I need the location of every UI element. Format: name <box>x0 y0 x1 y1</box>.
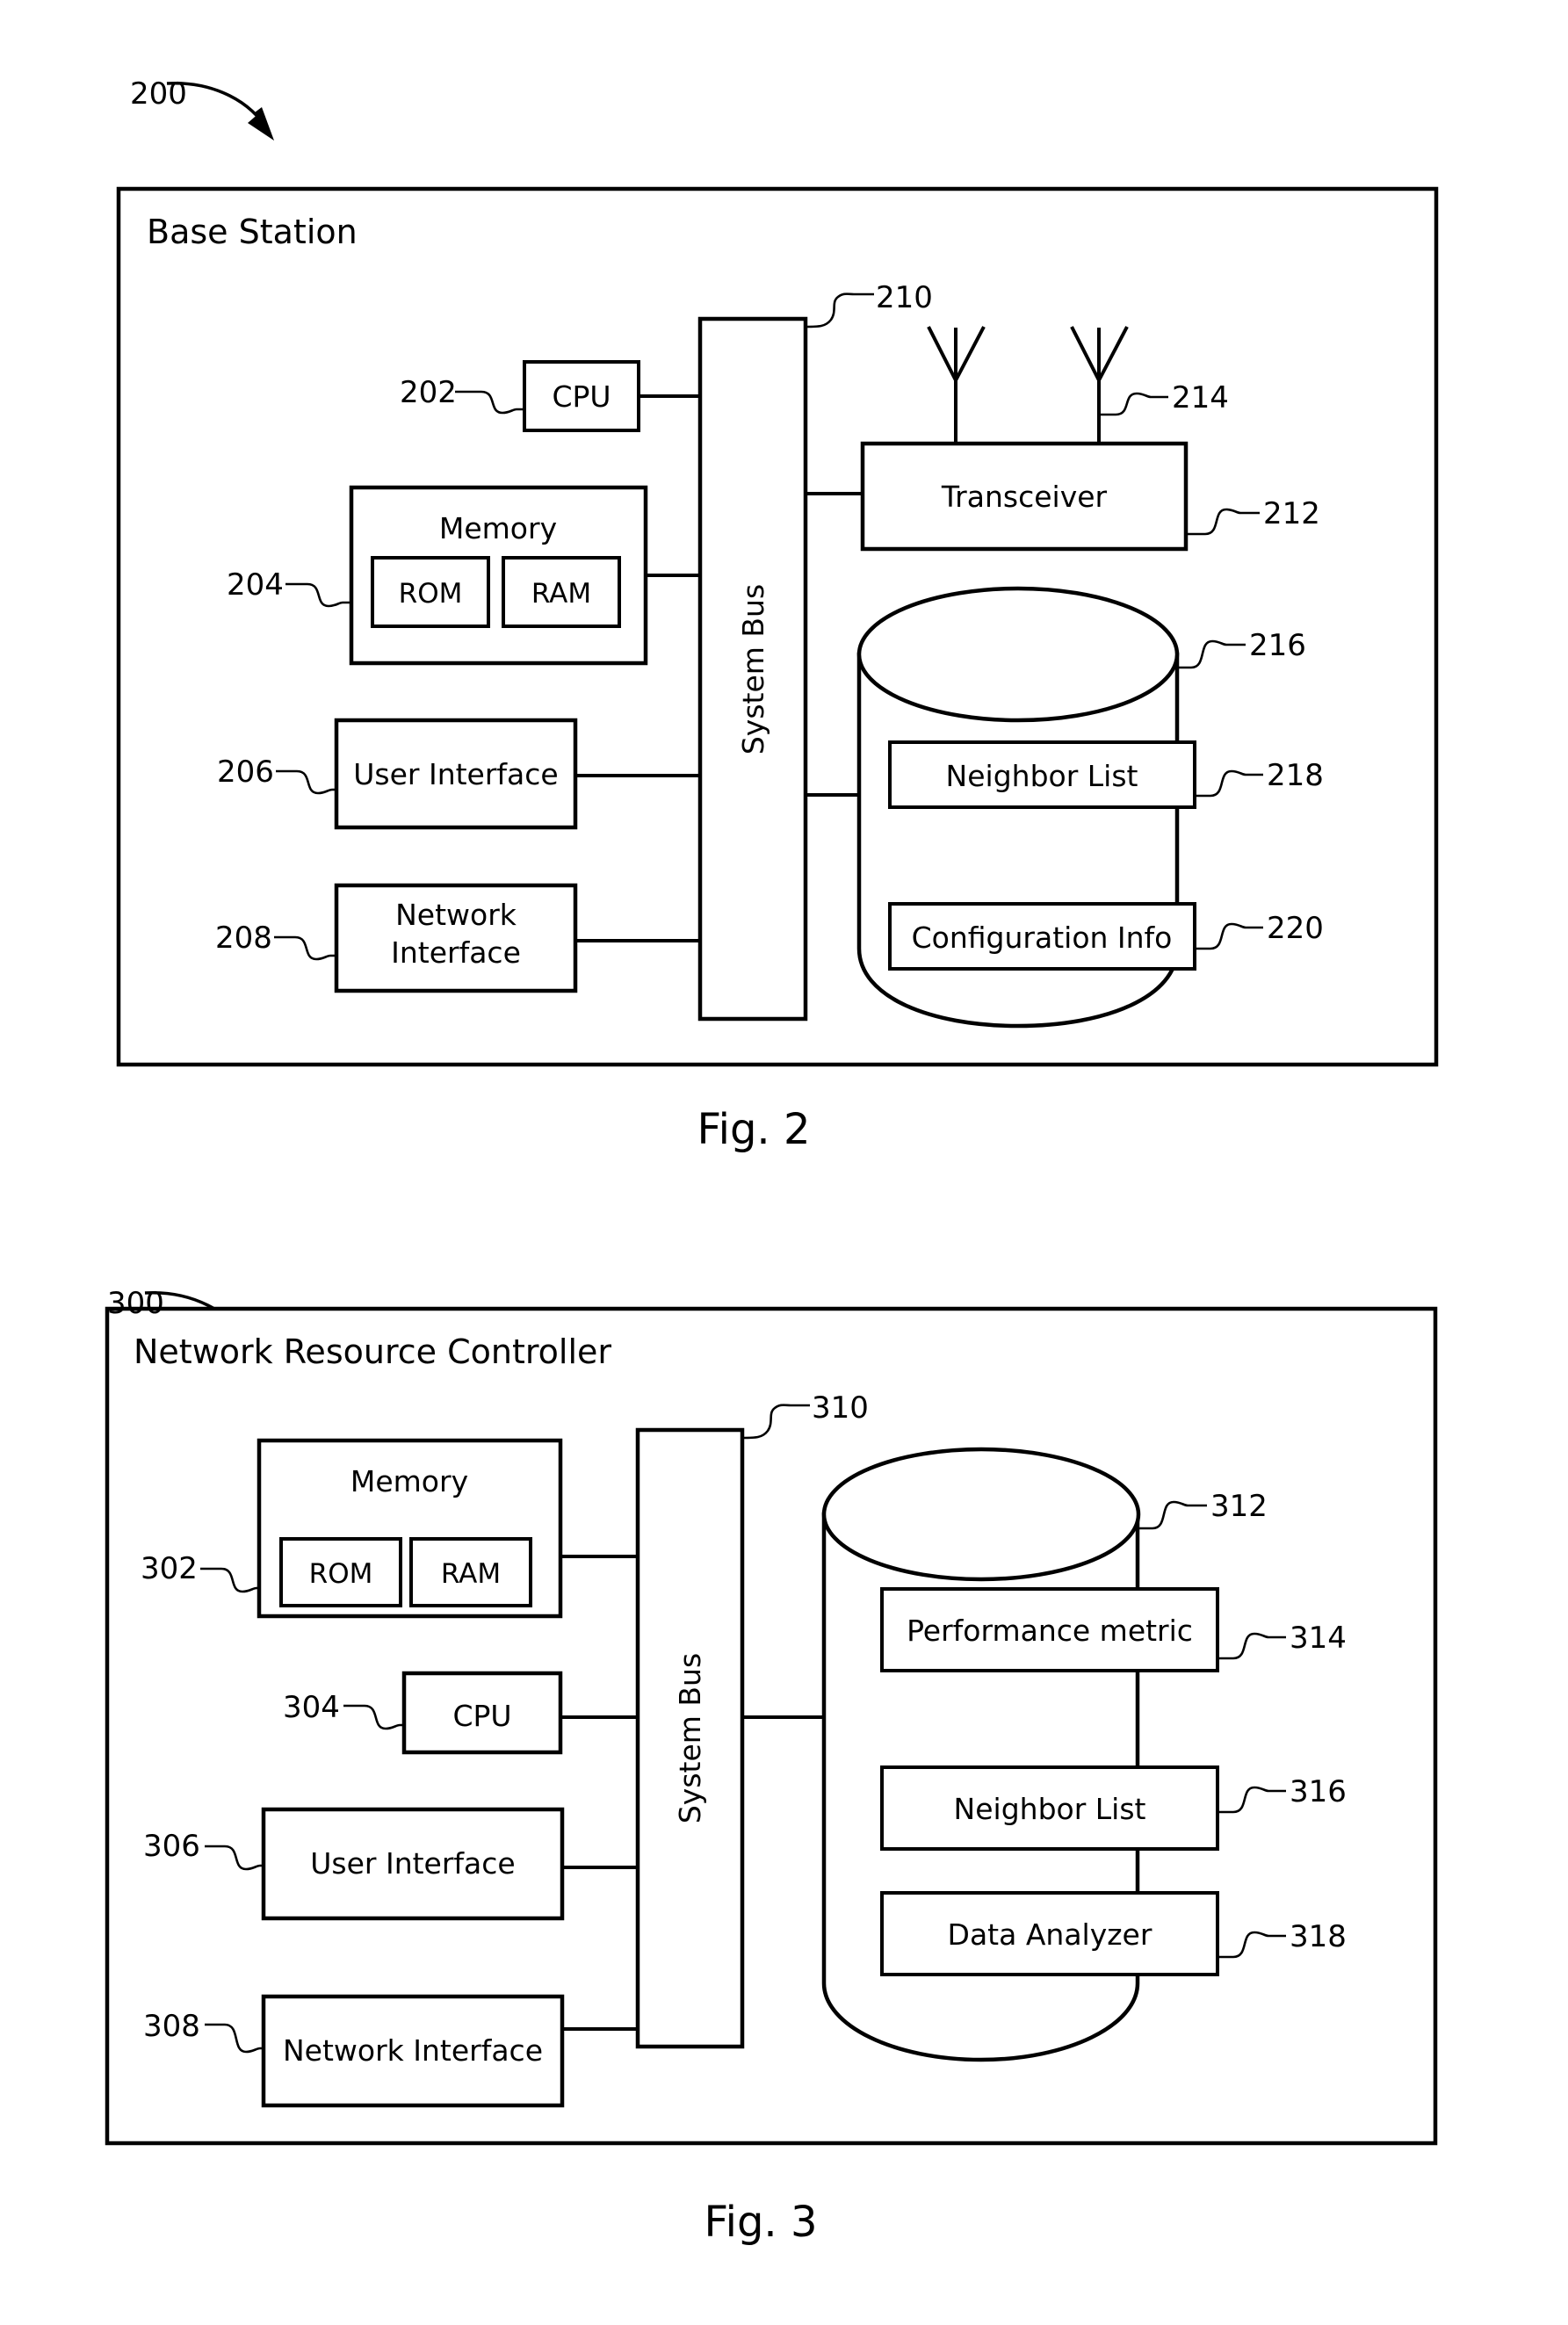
rom-label: ROM <box>399 578 463 610</box>
rom-label-2: ROM <box>309 1558 373 1590</box>
base-station-title: Base Station <box>147 213 358 251</box>
memory-label-2: Memory <box>350 1464 468 1498</box>
ref-206: 206 <box>217 755 274 790</box>
ref-210: 210 <box>876 280 933 315</box>
ref-300: 300 <box>107 1286 164 1321</box>
cpu-label: CPU <box>552 379 611 414</box>
memory-label: Memory <box>439 511 557 545</box>
network-interface-label-2: Network Interface <box>283 2033 543 2068</box>
patent-drawing-sheet: 200 Base Station 202 CPU 204 Memory ROM … <box>0 0 1568 2325</box>
figure-2-graphics: 200 Base Station 202 CPU 204 Memory ROM … <box>105 76 1439 2247</box>
ref-308: 308 <box>143 2009 200 2044</box>
user-interface-label-2: User Interface <box>310 1846 515 1881</box>
ref-302: 302 <box>141 1551 198 1586</box>
configuration-info-label: Configuration Info <box>912 921 1173 955</box>
ram-label: RAM <box>531 578 591 610</box>
cpu-label-2: CPU <box>452 1699 511 1733</box>
ref-316: 316 <box>1290 1774 1347 1809</box>
ram-label-2: RAM <box>441 1558 501 1590</box>
data-analyzer-label: Data Analyzer <box>948 1917 1153 1952</box>
ref-214: 214 <box>1172 380 1229 415</box>
ref-208: 208 <box>215 921 272 956</box>
ref-218: 218 <box>1267 758 1324 793</box>
ref-200: 200 <box>130 76 187 112</box>
figure-2-caption: Fig. 2 <box>697 1105 811 1154</box>
transceiver-label: Transceiver <box>941 480 1108 514</box>
system-bus-label-2: System Bus <box>673 1653 707 1823</box>
ref-202: 202 <box>400 375 457 410</box>
ref-216: 216 <box>1249 628 1306 663</box>
ref-204: 204 <box>227 567 284 603</box>
neighbor-list-label: Neighbor List <box>946 759 1138 793</box>
ref-314: 314 <box>1290 1621 1347 1656</box>
ref-310: 310 <box>812 1390 869 1426</box>
network-resource-controller-title: Network Resource Controller <box>134 1332 611 1371</box>
ref-220: 220 <box>1267 911 1324 946</box>
ref-318: 318 <box>1290 1919 1347 1954</box>
ref-212: 212 <box>1263 496 1320 531</box>
network-interface-label-line2: Interface <box>391 935 521 970</box>
performance-metric-label: Performance metric <box>907 1614 1193 1648</box>
figure-3-caption: Fig. 3 <box>705 2198 818 2247</box>
ref-304: 304 <box>283 1690 340 1725</box>
system-bus-label: System Bus <box>736 584 770 755</box>
user-interface-label: User Interface <box>353 757 558 791</box>
ref-312: 312 <box>1210 1489 1268 1524</box>
neighbor-list-label-2: Neighbor List <box>954 1792 1146 1826</box>
network-interface-label-line1: Network <box>395 898 517 932</box>
ref-306: 306 <box>143 1829 200 1864</box>
